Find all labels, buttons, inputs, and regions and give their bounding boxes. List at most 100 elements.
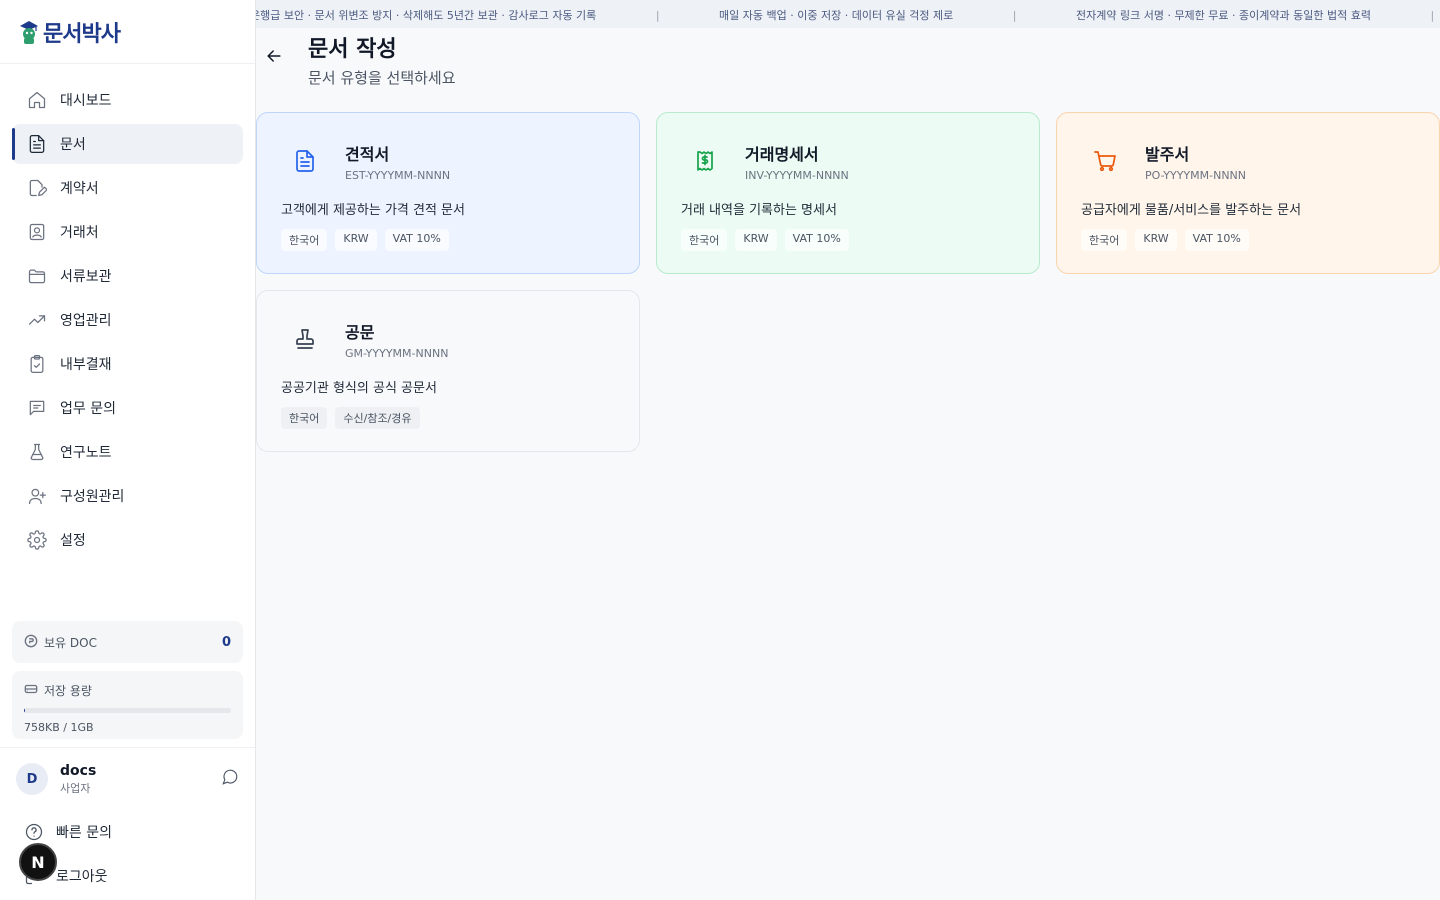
sidebar-item-contracts[interactable]: 계약서 (12, 168, 243, 208)
card-title: 발주서 (1145, 145, 1190, 164)
file-text-icon (293, 149, 317, 173)
sidebar-item-label: 연구노트 (60, 445, 112, 461)
sidebar-item-dashboard[interactable]: 대시보드 (12, 80, 243, 120)
card-tags: 한국어 수신/참조/경유 (281, 407, 428, 429)
logo[interactable]: 문서박사 (0, 0, 255, 64)
flask-icon (26, 441, 48, 463)
tag: KRW (735, 229, 777, 251)
card-code: PO-YYYYMM-NNNN (1145, 169, 1247, 182)
tag: VAT 10% (784, 229, 849, 251)
receipt-icon (693, 149, 717, 173)
card-title: 견적서 (345, 145, 390, 164)
gear-icon (26, 529, 48, 551)
card-tags: 한국어 KRW VAT 10% (1081, 229, 1257, 251)
sidebar-item-clients[interactable]: 거래처 (12, 212, 243, 252)
stamp-icon (293, 327, 317, 351)
doc-type-card-invoice[interactable]: 거래명세서 INV-YYYYMM-NNNN 거래 내역을 기록하는 명세서 한국… (656, 112, 1040, 274)
sidebar-item-members[interactable]: 구성원관리 (12, 476, 243, 516)
user-role: 사업자 (60, 781, 91, 795)
tag: KRW (1135, 229, 1177, 251)
card-tags: 한국어 KRW VAT 10% (281, 229, 457, 251)
doc-type-card-purchase-order[interactable]: 발주서 PO-YYYYMM-NNNN 공급자에게 물품/서비스를 발주하는 문서… (1056, 112, 1440, 274)
quick-inquiry-label: 빠른 문의 (56, 825, 112, 841)
sidebar-item-label: 대시보드 (60, 93, 112, 109)
back-button[interactable] (264, 46, 286, 68)
page-title: 문서 작성 (308, 37, 397, 62)
sidebar-item-label: 설정 (60, 533, 86, 549)
banner-message: 매일 자동 백업 · 이중 저장 · 데이터 유실 걱정 제로 (719, 9, 954, 22)
card-description: 고객에게 제공하는 가격 견적 문서 (281, 203, 465, 218)
card-description: 공공기관 형식의 공식 공문서 (281, 381, 437, 396)
logout-label: 로그아웃 (56, 869, 108, 885)
app-name: 문서박사 (43, 21, 121, 47)
card-tags: 한국어 KRW VAT 10% (681, 229, 857, 251)
doctor-mascot-icon (20, 20, 38, 44)
storage-usage: 저장 용량 758KB / 1GB (12, 671, 243, 739)
banner-separator: | (1012, 9, 1017, 22)
contact-card-icon (26, 221, 48, 243)
tag: 수신/참조/경유 (335, 407, 420, 429)
sidebar-item-research-notes[interactable]: 연구노트 (12, 432, 243, 472)
page-subtitle: 문서 유형을 선택하세요 (308, 69, 456, 87)
sidebar-item-label: 서류보관 (60, 269, 112, 285)
arrow-left-icon (267, 50, 281, 62)
chat-bubble-icon[interactable] (221, 768, 239, 790)
sidebar-item-label: 거래처 (60, 225, 99, 241)
home-icon (26, 89, 48, 111)
contract-icon (26, 177, 48, 199)
storage-label: 저장 용량 (44, 684, 92, 698)
tag: 한국어 (681, 229, 728, 251)
notice-banner: 은행급 보안 · 문서 위변조 방지 · 삭제해도 5년간 보관 · 감사로그 … (256, 0, 1440, 28)
doc-type-card-official-letter[interactable]: 공문 GM-YYYYMM-NNNN 공공기관 형식의 공식 공문서 한국어 수신… (256, 290, 640, 452)
storage-text: 758KB / 1GB (24, 721, 94, 734)
message-icon (26, 397, 48, 419)
tag: VAT 10% (1184, 229, 1249, 251)
card-code: EST-YYYYMM-NNNN (345, 169, 451, 182)
user-plus-icon (26, 485, 48, 507)
card-code: INV-YYYYMM-NNNN (745, 169, 849, 182)
sidebar-item-inquiry[interactable]: 업무 문의 (12, 388, 243, 428)
sidebar-item-label: 문서 (60, 137, 86, 153)
document-icon (26, 133, 48, 155)
user-name: docs (60, 762, 97, 779)
folder-icon (26, 265, 48, 287)
sidebar: 문서박사 대시보드 문서 계약서 거래처 서류보관 영업관리 내부결재 업무 문… (0, 0, 256, 900)
avatar[interactable]: D (16, 763, 48, 795)
storage-progress-fill (24, 708, 25, 713)
doc-balance-label: 보유 DOC (44, 635, 97, 650)
sidebar-item-label: 구성원관리 (60, 489, 125, 505)
tag: VAT 10% (384, 229, 449, 251)
sidebar-item-label: 내부결재 (60, 357, 112, 373)
storage-progress-bar (24, 708, 231, 713)
sidebar-item-label: 계약서 (60, 181, 99, 197)
banner-message: 전자계약 링크 서명 · 무제한 무료 · 종이계약과 동일한 법적 효력 (1076, 9, 1371, 22)
sidebar-item-archive[interactable]: 서류보관 (12, 256, 243, 296)
sidebar-item-settings[interactable]: 설정 (12, 520, 243, 560)
hard-drive-icon (24, 681, 38, 700)
sidebar-item-approval[interactable]: 내부결재 (12, 344, 243, 384)
card-description: 거래 내역을 기록하는 명세서 (681, 203, 837, 218)
card-code: GM-YYYYMM-NNNN (345, 347, 449, 360)
sidebar-item-documents[interactable]: 문서 (12, 124, 243, 164)
coin-icon (24, 633, 38, 652)
dev-tools-badge[interactable]: N (19, 843, 57, 881)
card-description: 공급자에게 물품/서비스를 발주하는 문서 (1081, 203, 1302, 218)
trending-up-icon (26, 309, 48, 331)
help-circle-icon (25, 823, 43, 841)
sidebar-item-label: 업무 문의 (60, 401, 116, 417)
tag: 한국어 (1081, 229, 1128, 251)
tag: 한국어 (281, 229, 328, 251)
banner-message: 은행급 보안 · 문서 위변조 방지 · 삭제해도 5년간 보관 · 감사로그 … (256, 9, 597, 22)
clipboard-check-icon (26, 353, 48, 375)
banner-separator: | (655, 9, 660, 22)
doc-balance[interactable]: 보유 DOC 0 (12, 621, 243, 663)
tag: 한국어 (281, 407, 328, 429)
doc-type-card-estimate[interactable]: 견적서 EST-YYYYMM-NNNN 고객에게 제공하는 가격 견적 문서 한… (256, 112, 640, 274)
card-title: 거래명세서 (745, 145, 819, 164)
sidebar-item-sales[interactable]: 영업관리 (12, 300, 243, 340)
sidebar-nav: 대시보드 문서 계약서 거래처 서류보관 영업관리 내부결재 업무 문의 연구노… (0, 64, 255, 560)
doc-balance-value: 0 (221, 634, 231, 650)
tag: KRW (335, 229, 377, 251)
sidebar-item-label: 영업관리 (60, 313, 112, 329)
card-title: 공문 (345, 323, 375, 342)
